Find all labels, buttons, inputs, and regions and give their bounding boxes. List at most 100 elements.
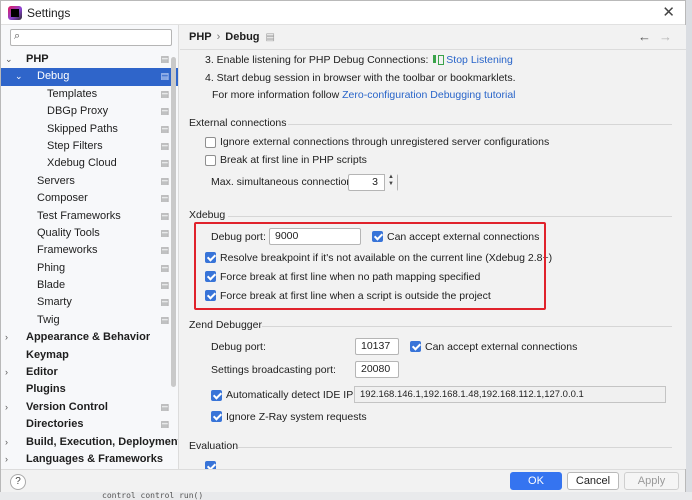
project-scope-icon: ▤ — [160, 314, 169, 325]
sidebar-item-label: Templates — [47, 87, 98, 100]
sidebar-item-label: Frameworks — [37, 244, 98, 257]
sidebar-item-smarty[interactable]: Smarty ▤ — [1, 294, 178, 311]
project-scope-icon: ▤ — [160, 193, 169, 204]
sidebar-item-step-filters[interactable]: Step Filters ▤ — [1, 138, 178, 155]
section-divider — [228, 216, 672, 217]
close-icon[interactable]: ✕ — [662, 3, 675, 21]
sidebar-item-keymap[interactable]: Keymap — [1, 347, 178, 364]
chevron-right-icon[interactable]: › — [5, 399, 8, 416]
break-first-line-label: Break at first line in PHP scripts — [220, 154, 367, 166]
stepper-up-icon[interactable]: ▲ — [385, 174, 397, 181]
cancel-button[interactable]: Cancel — [567, 472, 619, 490]
sidebar-item-label: Composer — [37, 192, 88, 205]
background-code-text: control control run() — [102, 491, 204, 500]
section-divider — [262, 326, 672, 327]
ignore-external-checkbox[interactable] — [205, 137, 216, 148]
sidebar-item-label: PHP — [26, 53, 49, 65]
stepper-arrows[interactable]: ▲ ▼ — [384, 174, 397, 191]
sidebar-item-appearance-behavior[interactable]: › Appearance & Behavior — [1, 329, 178, 346]
sidebar-item-label: Directories — [26, 418, 84, 431]
stop-listening-link[interactable]: Stop Listening — [446, 54, 513, 66]
sidebar-item-plugins[interactable]: Plugins — [1, 381, 178, 398]
sidebar-scrollbar[interactable] — [171, 57, 176, 387]
apply-button[interactable]: Apply — [624, 472, 679, 490]
broadcast-port-label: Settings broadcasting port: — [211, 364, 336, 376]
header-divider — [180, 49, 686, 50]
help-icon[interactable]: ? — [10, 474, 26, 490]
breadcrumb-separator: › — [216, 31, 221, 43]
breadcrumb-parent[interactable]: PHP — [189, 31, 212, 43]
chevron-right-icon[interactable]: › — [5, 434, 8, 451]
sidebar-item-label: Phing — [37, 261, 66, 274]
sidebar-item-twig[interactable]: Twig ▤ — [1, 312, 178, 329]
ignore-zray-label: Ignore Z-Ray system requests — [226, 411, 367, 423]
phpstorm-app-icon — [8, 6, 22, 20]
ignore-zray-checkbox[interactable] — [211, 411, 222, 422]
stepper-down-icon[interactable]: ▼ — [385, 181, 397, 188]
ignore-external-label: Ignore external connections through unre… — [220, 136, 550, 148]
sidebar-item-phing[interactable]: Phing ▤ — [1, 260, 178, 277]
project-scope-icon: ▤ — [160, 175, 169, 186]
forward-arrow-icon[interactable]: → — [659, 29, 672, 44]
sidebar-item-php[interactable]: ⌄ PHP ▤ — [1, 51, 178, 68]
sidebar-item-label: DBGp Proxy — [47, 105, 109, 118]
sidebar-item-servers[interactable]: Servers ▤ — [1, 173, 178, 190]
external-connections-title: External connections — [189, 117, 287, 129]
sidebar-item-templates[interactable]: Templates ▤ — [1, 86, 178, 103]
chevron-down-icon[interactable]: ⌄ — [5, 51, 13, 68]
project-scope-icon: ▤ — [160, 158, 169, 169]
project-scope-icon: ▤ — [160, 419, 169, 430]
max-connections-stepper[interactable]: 3 ▲ ▼ — [348, 174, 398, 191]
step-3-text: 3. Enable listening for PHP Debug Connec… — [205, 54, 429, 66]
settings-tree: ⌄ PHP ▤ ⌄ Debug ▤ Templates ▤ DBGp Proxy ▤ Skipped… — [1, 51, 178, 468]
break-first-line-checkbox[interactable] — [205, 155, 216, 166]
evaluation-title: Evaluation — [189, 440, 239, 452]
sidebar-item-xdebug-cloud[interactable]: Xdebug Cloud ▤ — [1, 155, 178, 172]
auto-detect-ip-checkbox[interactable] — [211, 390, 222, 401]
sidebar-item-label: Xdebug Cloud — [47, 157, 117, 170]
sidebar-item-label: Step Filters — [47, 139, 103, 152]
sidebar-item-build-execution-deployment[interactable]: › Build, Execution, Deployment — [1, 434, 178, 451]
sidebar-item-quality-tools[interactable]: Quality Tools ▤ — [1, 225, 178, 242]
sidebar-item-dbgp-proxy[interactable]: DBGp Proxy ▤ — [1, 103, 178, 120]
sidebar-item-blade[interactable]: Blade ▤ — [1, 277, 178, 294]
sidebar-item-directories[interactable]: Directories ▤ — [1, 416, 178, 433]
sidebar-item-frameworks[interactable]: Frameworks ▤ — [1, 242, 178, 259]
zend-port-input[interactable]: 10137 — [355, 338, 399, 355]
settings-search-input[interactable]: ⌕ — [10, 29, 172, 46]
sidebar-item-test-frameworks[interactable]: Test Frameworks ▤ — [1, 208, 178, 225]
ide-ip-input[interactable]: 192.168.146.1,192.168.1.48,192.168.112.1… — [354, 386, 666, 403]
back-arrow-icon[interactable]: ← — [638, 29, 651, 44]
chevron-right-icon[interactable]: › — [5, 329, 8, 346]
sidebar-item-label: Debug — [37, 70, 70, 83]
project-scope-icon: ▤ — [160, 245, 169, 256]
project-scope-icon: ▤ — [160, 210, 169, 221]
ok-button[interactable]: OK — [510, 472, 562, 490]
sidebar-item-skipped-paths[interactable]: Skipped Paths ▤ — [1, 121, 178, 138]
chevron-down-icon[interactable]: ⌄ — [15, 68, 23, 85]
sidebar-item-editor[interactable]: › Editor — [1, 364, 178, 381]
sidebar-item-composer[interactable]: Composer ▤ — [1, 190, 178, 207]
sidebar-item-label: Quality Tools — [37, 226, 100, 239]
sidebar-item-label: Smarty — [37, 296, 72, 309]
sidebar-item-languages-frameworks[interactable]: › Languages & Frameworks — [1, 451, 178, 468]
window-title: Settings — [27, 6, 71, 20]
sidebar-item-label: Test Frameworks — [37, 209, 121, 222]
settings-sidebar: ⌕ ⌄ PHP ▤ ⌄ Debug ▤ Templates ▤ DBGp Proxy ▤ Skipp… — [1, 25, 179, 469]
more-info-row: For more information follow Zero-configu… — [212, 89, 516, 101]
zero-config-tutorial-link[interactable]: Zero-configuration Debugging tutorial — [342, 89, 515, 101]
max-connections-label: Max. simultaneous connections: — [211, 176, 361, 188]
more-info-text: For more information follow — [212, 89, 340, 101]
project-scope-icon: ▤ — [160, 71, 169, 82]
chevron-right-icon[interactable]: › — [5, 451, 8, 468]
breadcrumb: PHP › Debug ▤ — [189, 31, 275, 43]
sidebar-item-version-control[interactable]: › Version Control ▤ — [1, 399, 178, 416]
sidebar-item-debug[interactable]: ⌄ Debug ▤ — [1, 68, 178, 86]
search-icon: ⌕ — [14, 30, 21, 42]
broadcast-port-input[interactable]: 20080 — [355, 361, 399, 378]
zend-debugger-title: Zend Debugger — [189, 319, 262, 331]
chevron-right-icon[interactable]: › — [5, 364, 8, 381]
zend-accept-external-checkbox[interactable] — [410, 341, 421, 352]
step-3-row: 3. Enable listening for PHP Debug Connec… — [205, 54, 513, 66]
evaluation-checkbox[interactable] — [205, 461, 216, 469]
